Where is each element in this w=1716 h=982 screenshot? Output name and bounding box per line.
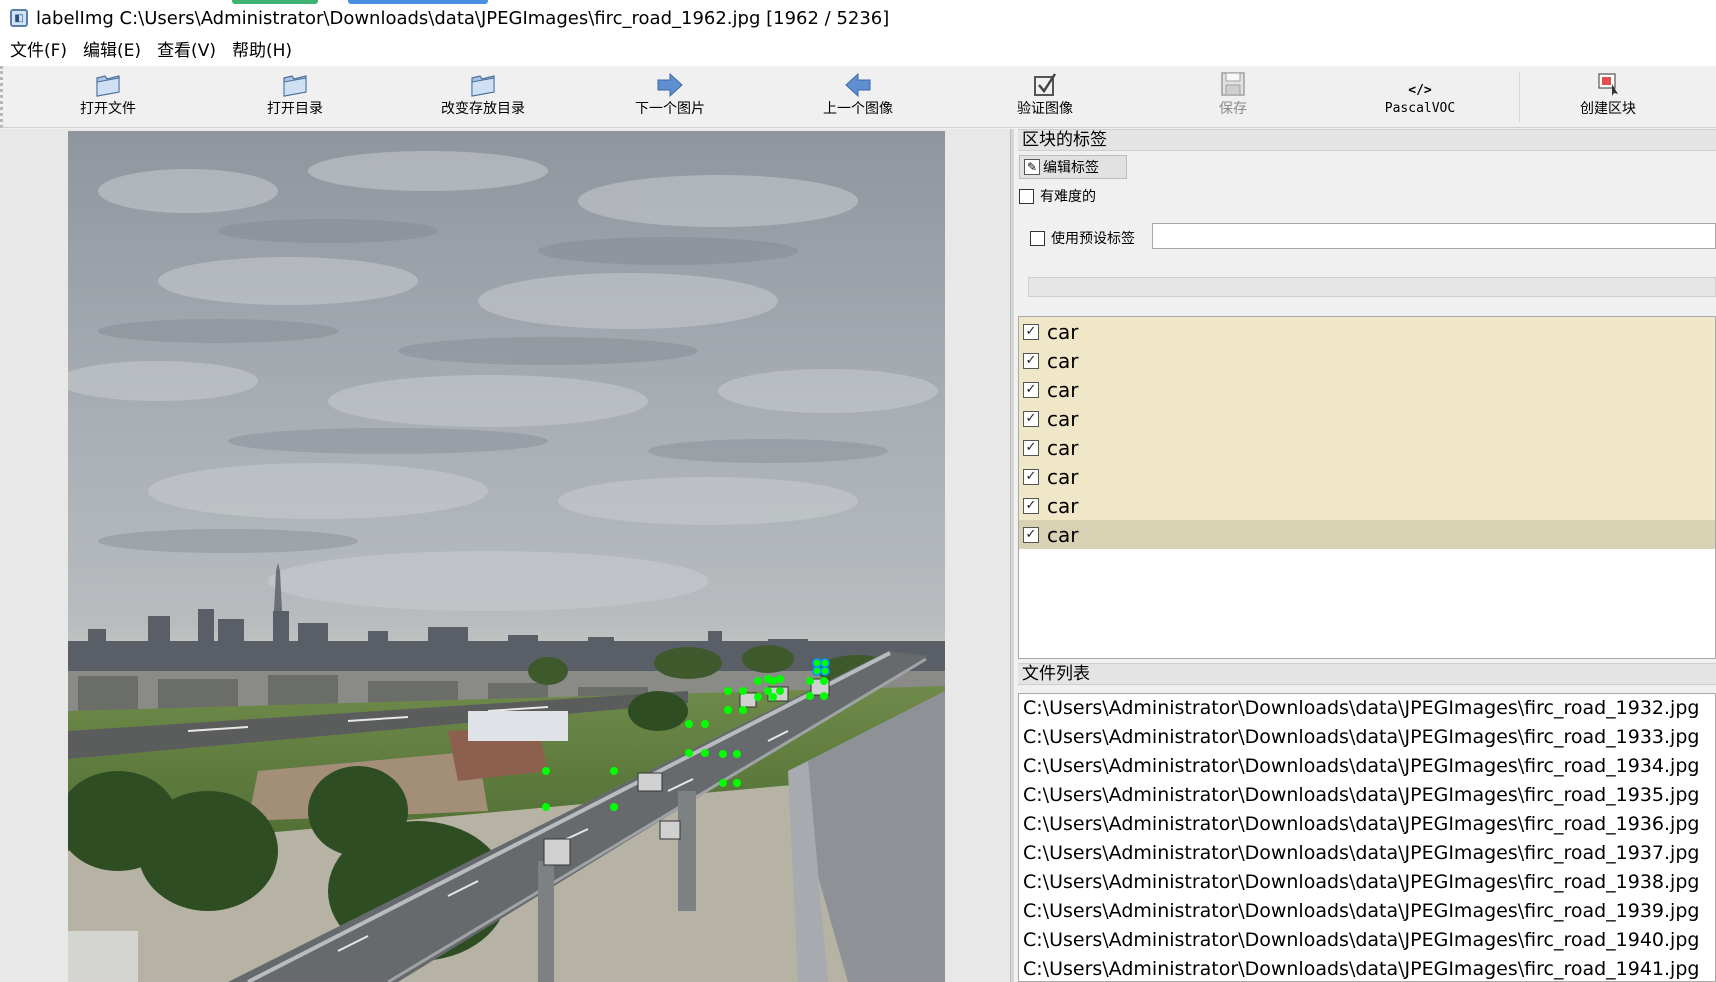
label-list[interactable]: ✓ car ✓ car ✓ car ✓ car ✓ car ✓ car ✓ ca… (1018, 316, 1716, 659)
verify-image-label: 验证图像 (1017, 101, 1073, 117)
difficult-label: 有难度的 (1040, 189, 1096, 205)
edit-pencil-icon: ✎ (1024, 159, 1040, 175)
use-default-label-row: 使用预设标签 (1030, 228, 1135, 248)
label-checkbox[interactable]: ✓ (1023, 439, 1039, 456)
format-label: PascalVOC (1384, 101, 1456, 116)
right-dock: 区块的标签 ✎ 编辑标签 有难度的 使用预设标签 ✓ car ✓ car ✓ c… (1014, 129, 1716, 982)
file-list-item[interactable]: C:\Users\Administrator\Downloads\data\JP… (1019, 723, 1715, 752)
folder-icon (93, 66, 123, 100)
prev-image-label: 上一个图像 (823, 101, 893, 117)
label-item-selected[interactable]: ✓ car (1019, 520, 1715, 549)
change-save-dir-label: 改变存放目录 (441, 101, 525, 117)
label-checkbox[interactable]: ✓ (1023, 352, 1039, 369)
label-checkbox[interactable]: ✓ (1023, 497, 1039, 514)
file-list-item[interactable]: C:\Users\Administrator\Downloads\data\JP… (1019, 752, 1715, 781)
label-text: car (1047, 464, 1079, 489)
next-image-button[interactable]: 下一个图片 (595, 66, 745, 128)
file-list-item[interactable]: C:\Users\Administrator\Downloads\data\JP… (1019, 926, 1715, 955)
create-box-label: 创建区块 (1580, 101, 1636, 117)
title-accent-bar (348, 0, 488, 4)
code-icon: </> (1408, 83, 1432, 98)
format-pascalvoc-button[interactable]: </> PascalVOC (1345, 66, 1495, 128)
road-photo (68, 131, 945, 982)
label-item[interactable]: ✓ car (1019, 404, 1715, 433)
canvas-area[interactable] (0, 129, 1010, 982)
label-checkbox[interactable]: ✓ (1023, 526, 1039, 543)
open-file-button[interactable]: 打开文件 (33, 66, 183, 128)
open-dir-label: 打开目录 (267, 101, 323, 117)
file-list-item[interactable]: C:\Users\Administrator\Downloads\data\JP… (1019, 868, 1715, 897)
window-title: labelImg C:\Users\Administrator\Download… (36, 7, 890, 29)
next-image-label: 下一个图片 (635, 101, 705, 117)
label-text: car (1047, 377, 1079, 402)
label-item[interactable]: ✓ car (1019, 317, 1715, 346)
file-list-item[interactable]: C:\Users\Administrator\Downloads\data\JP… (1019, 781, 1715, 810)
arrow-right-icon (655, 66, 685, 100)
edit-label-text: 编辑标签 (1043, 160, 1099, 176)
difficult-row: 有难度的 (1019, 186, 1096, 206)
label-checkbox[interactable]: ✓ (1023, 468, 1039, 485)
save-button[interactable]: 保存 (1158, 66, 1308, 128)
file-list-item[interactable]: C:\Users\Administrator\Downloads\data\JP… (1019, 694, 1715, 723)
app-icon: ◧ (10, 9, 28, 27)
file-list[interactable]: C:\Users\Administrator\Downloads\data\JP… (1018, 693, 1716, 982)
save-label: 保存 (1219, 101, 1247, 117)
label-checkbox[interactable]: ✓ (1023, 323, 1039, 340)
label-item[interactable]: ✓ car (1019, 375, 1715, 404)
file-list-item[interactable]: C:\Users\Administrator\Downloads\data\JP… (1019, 810, 1715, 839)
label-text: car (1047, 406, 1079, 431)
use-default-label-checkbox[interactable] (1030, 230, 1045, 246)
menu-bar: 文件(F) 编辑(E) 查看(V) 帮助(H) (0, 36, 1716, 66)
label-text: car (1047, 435, 1079, 460)
label-checkbox[interactable]: ✓ (1023, 410, 1039, 427)
folder-icon (280, 66, 310, 100)
save-icon (1219, 66, 1247, 100)
checkbox-icon (1031, 66, 1059, 100)
label-text: car (1047, 348, 1079, 373)
file-list-item[interactable]: C:\Users\Administrator\Downloads\data\JP… (1019, 897, 1715, 926)
labels-dock-header: 区块的标签 (1018, 129, 1716, 151)
title-bar: ◧ labelImg C:\Users\Administrator\Downlo… (0, 0, 1716, 36)
label-item[interactable]: ✓ car (1019, 491, 1715, 520)
label-item[interactable]: ✓ car (1019, 433, 1715, 462)
file-list-item[interactable]: C:\Users\Administrator\Downloads\data\JP… (1019, 955, 1715, 981)
file-list-header: 文件列表 (1018, 663, 1716, 685)
change-save-dir-button[interactable]: 改变存放目录 (408, 66, 558, 128)
label-text: car (1047, 522, 1079, 547)
label-text: car (1047, 493, 1079, 518)
title-accent-bar (232, 0, 318, 4)
create-box-icon (1594, 66, 1622, 100)
folder-icon (468, 66, 498, 100)
label-text: car (1047, 319, 1079, 344)
verify-image-button[interactable]: 验证图像 (970, 66, 1120, 128)
toolbar: 打开文件 打开目录 改变存放目录 下一个图片 上一个图像 验证图像 保存 </>… (0, 66, 1716, 128)
menu-help[interactable]: 帮助(H) (224, 38, 300, 64)
progress-bar (1028, 277, 1716, 297)
difficult-checkbox[interactable] (1019, 188, 1034, 204)
menu-edit[interactable]: 编辑(E) (75, 38, 149, 64)
use-default-label-text: 使用预设标签 (1051, 231, 1135, 247)
prev-image-button[interactable]: 上一个图像 (783, 66, 933, 128)
open-file-label: 打开文件 (80, 101, 136, 117)
default-label-input[interactable] (1152, 223, 1716, 249)
menu-file[interactable]: 文件(F) (2, 38, 75, 64)
annotated-image[interactable] (68, 131, 945, 982)
menu-view[interactable]: 查看(V) (149, 38, 224, 64)
label-item[interactable]: ✓ car (1019, 462, 1715, 491)
arrow-left-icon (843, 66, 873, 100)
create-box-button[interactable]: 创建区块 (1533, 66, 1683, 128)
edit-label-button[interactable]: ✎ 编辑标签 (1019, 155, 1127, 179)
open-dir-button[interactable]: 打开目录 (220, 66, 370, 128)
label-checkbox[interactable]: ✓ (1023, 381, 1039, 398)
toolbar-separator (1519, 72, 1520, 122)
label-item[interactable]: ✓ car (1019, 346, 1715, 375)
file-list-item[interactable]: C:\Users\Administrator\Downloads\data\JP… (1019, 839, 1715, 868)
